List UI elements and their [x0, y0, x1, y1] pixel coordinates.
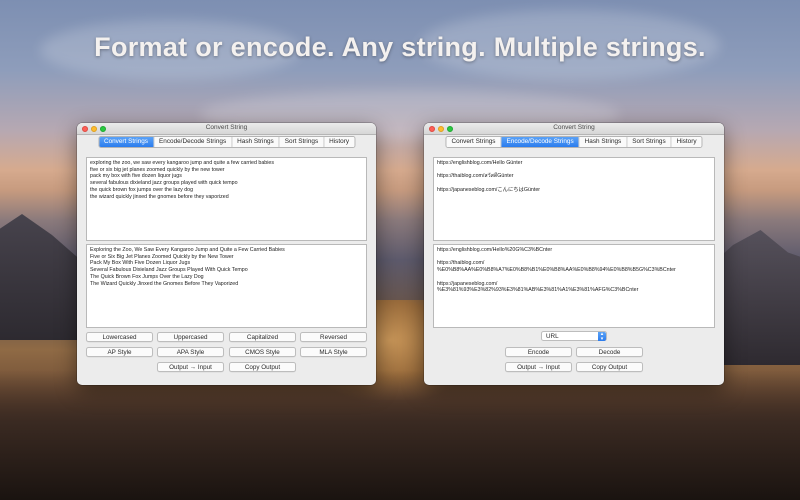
- lowercased-button[interactable]: Lowercased: [86, 332, 153, 342]
- input-line: https://japaneseblog.com/こんにちはGünter: [437, 186, 541, 193]
- decode-button[interactable]: Decode: [576, 347, 643, 357]
- copy-output-button[interactable]: Copy Output: [576, 362, 643, 372]
- input-text-area[interactable]: https://englishblog.com/Hello Günter htt…: [433, 157, 715, 241]
- ap-style-button[interactable]: AP Style: [86, 347, 153, 357]
- input-line: https://thaiblog.com/สวัสดีGünter: [437, 173, 514, 180]
- input-line: https://englishblog.com/Hello Günter: [437, 160, 523, 166]
- encoding-select-value: URL: [546, 333, 559, 340]
- encoding-select[interactable]: URL ▴ ▾: [541, 331, 607, 341]
- input-line: the quick brown fox jumps over the lazy …: [90, 186, 194, 193]
- tab-encode-decode-strings[interactable]: Encode/Decode Strings: [501, 137, 580, 147]
- desert-ground: [0, 370, 800, 500]
- output-line: https://japaneseblog.com/: [437, 280, 498, 287]
- copy-output-button[interactable]: Copy Output: [229, 362, 296, 372]
- tab-convert-strings[interactable]: Convert Strings: [98, 137, 155, 147]
- output-line: Pack My Box With Five Dozen Liquor Jugs: [90, 260, 191, 267]
- reversed-button[interactable]: Reversed: [300, 332, 367, 342]
- output-text-area[interactable]: Exploring the Zoo, We Saw Every Kangaroo…: [86, 244, 367, 328]
- encode-button[interactable]: Encode: [505, 347, 572, 357]
- tab-history[interactable]: History: [324, 137, 355, 147]
- tab-hash-strings[interactable]: Hash Strings: [579, 137, 628, 147]
- window-title: Convert String: [553, 124, 595, 131]
- input-line: five or six big jet planes zoomed quickl…: [90, 166, 225, 173]
- output-line: Several Fabulous Dixieland Jazz Groups P…: [90, 267, 248, 274]
- input-line: the wizard quickly jinxed the gnomes bef…: [90, 193, 229, 200]
- title-bar[interactable]: Convert String: [424, 123, 724, 135]
- tab-sort-strings[interactable]: Sort Strings: [279, 137, 325, 147]
- tab-sort-strings[interactable]: Sort Strings: [627, 137, 672, 147]
- input-text-area[interactable]: exploring the zoo, we saw every kangaroo…: [86, 157, 367, 241]
- tab-history[interactable]: History: [671, 137, 702, 147]
- output-line: The Wizard Quickly Jinxed the Gnomes Bef…: [90, 280, 239, 287]
- cmos-style-button[interactable]: CMOS Style: [229, 347, 296, 357]
- input-line: pack my box with five dozen liquor jugs: [90, 173, 182, 180]
- window-title: Convert String: [205, 124, 248, 131]
- convert-string-window-right: Convert String Convert Strings Encode/De…: [424, 123, 724, 385]
- uppercased-button[interactable]: Uppercased: [157, 332, 224, 342]
- output-to-input-button[interactable]: Output → Input: [157, 362, 224, 372]
- headline: Format or encode. Any string. Multiple s…: [94, 32, 706, 62]
- output-line: Exploring the Zoo, We Saw Every Kangaroo…: [90, 247, 285, 253]
- input-line: several fabulous dixieland jazz groups p…: [90, 180, 238, 187]
- output-line: Five or Six Big Jet Planes Zoomed Quickl…: [90, 253, 234, 260]
- input-line: exploring the zoo, we saw every kangaroo…: [90, 160, 275, 166]
- apa-style-button[interactable]: APA Style: [157, 347, 224, 357]
- output-line: %E0%B8%AA%E0%B8%A7%E0%B8%B1%E0%B8%AA%E0%…: [437, 267, 676, 274]
- output-line: https://thaiblog.com/: [437, 260, 485, 267]
- title-bar[interactable]: Convert String: [77, 123, 376, 135]
- output-line: The Quick Brown Fox Jumps Over the Lazy …: [90, 273, 204, 280]
- output-text-area[interactable]: https://englishblog.com/Hello%20G%C3%BCn…: [433, 244, 715, 328]
- input-line: [437, 180, 711, 187]
- convert-string-window-left: Convert String Convert Strings Encode/De…: [77, 123, 376, 385]
- tab-bar: Convert Strings Encode/Decode Strings Ha…: [445, 136, 703, 148]
- capitalized-button[interactable]: Capitalized: [229, 332, 296, 342]
- mla-style-button[interactable]: MLA Style: [300, 347, 367, 357]
- tab-convert-strings[interactable]: Convert Strings: [446, 137, 502, 147]
- tab-bar: Convert Strings Encode/Decode Strings Ha…: [97, 136, 356, 148]
- tab-hash-strings[interactable]: Hash Strings: [232, 137, 280, 147]
- output-to-input-button[interactable]: Output → Input: [505, 362, 572, 372]
- output-line: https://englishblog.com/Hello%20G%C3%BCn…: [437, 247, 553, 253]
- chevron-up-down-icon: ▴ ▾: [598, 332, 606, 341]
- tab-encode-decode-strings[interactable]: Encode/Decode Strings: [154, 137, 233, 147]
- output-line: %E3%81%93%E3%82%93%E3%81%AB%E3%81%A1%E3%…: [437, 287, 639, 294]
